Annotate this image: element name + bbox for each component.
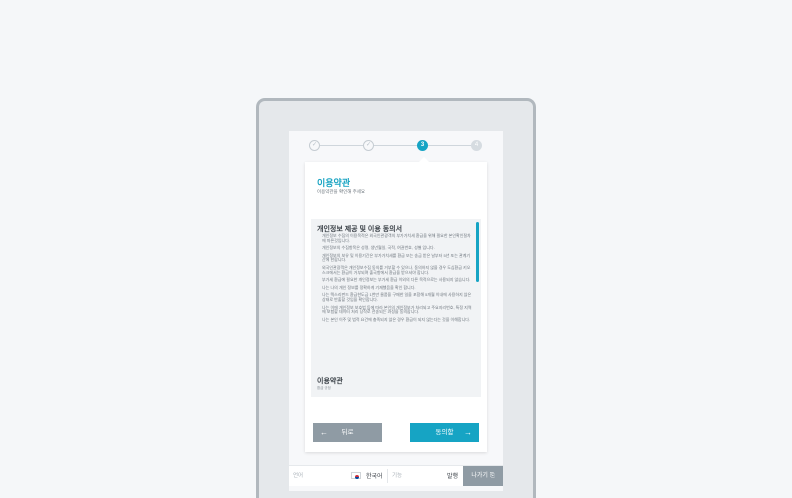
terms-paragraph: 부가세 환급에 필요한 개인정보는 부가세 환급 이외의 다른 목적으로는 사용… (322, 277, 471, 283)
terms-section2-subtitle: 환급 규정 (317, 386, 331, 390)
function-label: 기능 (392, 473, 403, 479)
terms-body: 개인정보 수집의 이용목적은 외국인관광객의 부가가치세 환급을 위해 필요한 … (322, 233, 472, 325)
step-3-current: 3 (417, 140, 428, 151)
language-label: 언어 (293, 473, 304, 479)
back-button[interactable]: ← 뒤로 (313, 423, 382, 442)
terms-paragraph: 나는 텍스리펀드 환급한도금 1천만 물품을 구매한 일을 포함해 5개월 이내… (322, 292, 472, 302)
back-button-label: 뒤로 (341, 429, 354, 436)
card-pointer (419, 157, 429, 162)
agree-button[interactable]: 동의함 → (410, 423, 479, 442)
terms-card: 이용약관 이용약관을 확인해 주세요 개인정보 제공 및 이용 동의서 개인정보… (305, 157, 487, 452)
step-connector (428, 145, 471, 146)
terms-paragraph: 나는 나의 개인 정보를 정확하게 기재했음을 확인 합니다. (322, 284, 416, 290)
card-title: 이용약관 (317, 178, 351, 188)
terms-paragraph: 외국인관광객은 개인정보수집 동의를 거부할 수 있으나, 동의하지 않을 경우… (322, 264, 471, 275)
terms-scroll-area[interactable]: 개인정보 제공 및 이용 동의서 개인정보 수집의 이용목적은 외국인관광객의 … (311, 219, 481, 397)
terms-section2-title: 이용약관 (317, 378, 343, 385)
exit-button[interactable]: 나가기 ⎘ (463, 466, 503, 486)
exit-button-label: 나가기 (471, 473, 488, 479)
korea-flag-icon[interactable] (351, 472, 361, 479)
terms-paragraph: 개인정보의 수집항목은 성명, 생년월일, 국적, 여권번호, 성별 입니다. (322, 245, 435, 251)
kiosk-screen: ✓ ✓ 3 4 이용약관 이용약관을 확인해 주세요 개인정보 제공 및 이용 … (289, 131, 503, 491)
terms-paragraph: 개인정보 수집의 이용목적은 외국인관광객의 부가가치세 환급을 위해 필요한 … (322, 233, 471, 243)
divider (387, 469, 388, 483)
step-connector (374, 145, 417, 146)
card-subtitle: 이용약관을 확인해 주세요 (317, 189, 366, 194)
progress-stepper: ✓ ✓ 3 4 (289, 139, 503, 153)
terms-paragraph: 나는 본인 이주 및 법적 요건에 충족되지 않은 경우 환급이 되지 않는다는… (322, 316, 471, 322)
function-value[interactable]: 발행 (447, 471, 458, 480)
arrow-right-icon: → (464, 428, 472, 437)
bottom-bar: 언어 한국어 기능 발행 나가기 ⎘ (289, 465, 503, 486)
step-1-check-icon: ✓ (309, 140, 320, 151)
exit-door-icon: ⎘ (489, 473, 495, 479)
step-4-upcoming: 4 (471, 140, 482, 151)
language-selector[interactable]: 한국어 (366, 471, 383, 480)
terms-paragraph: 나는 이에 개인정보 보호법 등에 따라 본인의 개인정보가 처리되고 주요지리… (322, 304, 472, 315)
step-connector (320, 145, 363, 146)
terms-paragraph: 개인정보의 보유 및 이용기간은 부가가치세를 환급 또는 송금 받은 날부터 … (322, 252, 471, 263)
scrollbar-thumb[interactable] (476, 222, 479, 282)
step-2-check-icon: ✓ (363, 140, 374, 151)
flag-emblem (355, 474, 359, 479)
